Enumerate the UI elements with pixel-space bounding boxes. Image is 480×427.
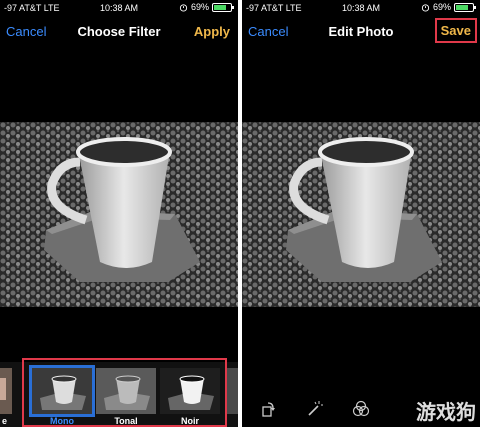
status-bar: -97 AT&T LTE 10:38 AM 69% bbox=[242, 0, 480, 16]
edit-photo-screen: -97 AT&T LTE 10:38 AM 69% Cancel Edit Ph… bbox=[242, 0, 480, 427]
nav-bar: Cancel Choose Filter Apply bbox=[0, 16, 238, 48]
apply-button[interactable]: Apply bbox=[194, 24, 230, 39]
nav-bar: Cancel Edit Photo Save bbox=[242, 16, 480, 48]
alarm-icon bbox=[179, 3, 188, 12]
photo-preview bbox=[0, 122, 238, 307]
choose-filter-screen: -97 AT&T LTE 10:38 AM 69% Cancel Choose … bbox=[0, 0, 238, 427]
alarm-icon bbox=[421, 3, 430, 12]
filter-label: e bbox=[2, 416, 8, 426]
rotate-icon[interactable] bbox=[260, 400, 278, 418]
filter-preview-image bbox=[0, 368, 12, 414]
battery-icon bbox=[454, 2, 476, 12]
edit-toolbar: 游戏狗 bbox=[242, 392, 480, 427]
save-button[interactable]: Save bbox=[434, 18, 477, 43]
magic-wand-icon[interactable] bbox=[306, 400, 324, 418]
filter-thumb-next[interactable] bbox=[226, 368, 238, 414]
filter-preview-image bbox=[226, 368, 238, 414]
filter-highlight-box bbox=[22, 358, 227, 427]
filters-icon[interactable] bbox=[352, 400, 370, 418]
status-bar: -97 AT&T LTE 10:38 AM 69% bbox=[0, 0, 238, 16]
battery-icon bbox=[212, 2, 234, 12]
battery-percent: 69% bbox=[190, 2, 209, 12]
photo-preview bbox=[242, 122, 480, 307]
battery-percent: 69% bbox=[432, 2, 451, 12]
watermark: 游戏狗 bbox=[416, 402, 476, 424]
filter-thumb-partial[interactable] bbox=[0, 368, 12, 414]
